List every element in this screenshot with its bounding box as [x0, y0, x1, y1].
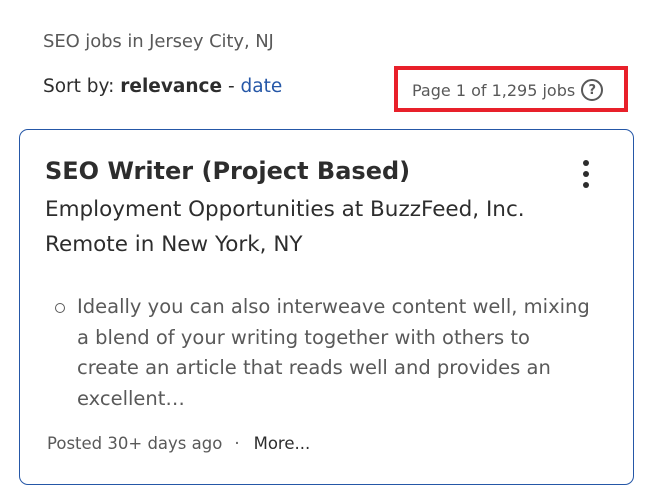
job-title[interactable]: SEO Writer (Project Based): [45, 157, 410, 185]
more-link[interactable]: More...: [254, 434, 311, 453]
sort-separator: -: [227, 76, 235, 97]
posted-date: Posted 30+ days ago: [47, 434, 223, 453]
sort-option-relevance: relevance: [120, 76, 223, 97]
question-circle-icon[interactable]: ?: [581, 79, 604, 101]
job-card[interactable]: SEO Writer (Project Based) Employment Op…: [19, 129, 634, 485]
sort-label: Sort by:: [43, 76, 115, 97]
job-search-results: SEO jobs in Jersey City, NJ Sort by: rel…: [0, 0, 655, 500]
page-count: Page 1 of 1,295 jobs ?: [412, 79, 604, 101]
page-count-highlight: Page 1 of 1,295 jobs ?: [394, 66, 628, 112]
page-count-text: Page 1 of 1,295 jobs: [412, 80, 576, 100]
job-card-footer: Posted 30+ days ago · More...: [47, 434, 310, 453]
company-name: Employment Opportunities at BuzzFeed, In…: [45, 197, 525, 222]
sort-option-date[interactable]: date: [241, 76, 283, 97]
sort-controls: Sort by: relevance - date: [43, 76, 282, 97]
footer-separator: ·: [234, 434, 240, 453]
bullet-circle-icon: [55, 303, 65, 313]
job-snippet-text: Ideally you can also interweave content …: [77, 295, 590, 410]
search-heading: SEO jobs in Jersey City, NJ: [43, 31, 274, 52]
vertical-ellipsis-icon[interactable]: [577, 160, 595, 190]
job-location: Remote in New York, NY: [45, 232, 303, 257]
